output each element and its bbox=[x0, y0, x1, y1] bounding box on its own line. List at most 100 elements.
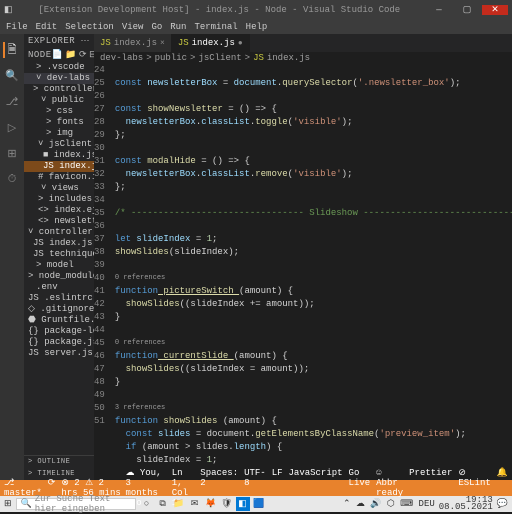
tree-item[interactable]: .env bbox=[24, 282, 94, 293]
tree-item[interactable]: JS .eslintrc.json bbox=[24, 293, 94, 304]
tree-item[interactable]: ˅ public bbox=[24, 95, 94, 106]
tree-item[interactable]: JS techniques.js bbox=[24, 249, 94, 260]
tree-item[interactable]: ˅ controller bbox=[24, 227, 94, 238]
menubar: File Edit Selection View Go Run Terminal… bbox=[0, 20, 512, 34]
debug-icon[interactable]: ▷ bbox=[4, 120, 20, 136]
line-number: 47 bbox=[94, 363, 105, 376]
tree-item[interactable]: > img bbox=[24, 128, 94, 139]
line-number: 33 bbox=[94, 181, 105, 194]
window-title: [Extension Development Host] - index.js … bbox=[13, 5, 426, 15]
line-number: 50 bbox=[94, 402, 105, 415]
tree-item[interactable]: ⬣ Gruntfile.js bbox=[24, 315, 94, 326]
start-icon[interactable]: ⊞ bbox=[4, 499, 12, 509]
taskview-icon[interactable]: ⧉ bbox=[156, 497, 170, 511]
tree-item[interactable]: > node_modules bbox=[24, 271, 94, 282]
line-number: 41 bbox=[94, 285, 105, 298]
line-number: 46 bbox=[94, 350, 105, 363]
line-number: 24 bbox=[94, 64, 105, 77]
search-placeholder: Zur Suche Text hier eingeben bbox=[35, 494, 131, 514]
explorer-icon[interactable]: 🗎 bbox=[3, 42, 19, 58]
timer-icon[interactable]: ⏱ bbox=[4, 172, 20, 188]
notif-icon[interactable]: 💬 bbox=[497, 499, 508, 509]
line-number: 28 bbox=[94, 116, 105, 129]
mail-icon[interactable]: ✉ bbox=[188, 497, 202, 511]
outline-section[interactable]: > OUTLINE bbox=[24, 456, 94, 468]
tree-item[interactable]: <> newsletterPopup.ejs bbox=[24, 216, 94, 227]
tree-item[interactable]: > includes bbox=[24, 194, 94, 205]
tree-item[interactable]: JS index.js8 bbox=[24, 161, 94, 172]
bc-seg[interactable]: dev-labs bbox=[100, 53, 143, 63]
line-number: 26 bbox=[94, 90, 105, 103]
browser-icon[interactable]: 🦊 bbox=[204, 497, 218, 511]
tree-item[interactable]: <> index.ejs bbox=[24, 205, 94, 216]
line-number: 39 bbox=[94, 259, 105, 272]
scm-icon[interactable]: ⎇ bbox=[4, 94, 20, 110]
tree-item[interactable]: ◇ .gitignore bbox=[24, 304, 94, 315]
tree-item[interactable]: > controller bbox=[24, 84, 94, 95]
tree-item[interactable]: > model bbox=[24, 260, 94, 271]
line-number: 34 bbox=[94, 194, 105, 207]
tree-item[interactable]: ˅ dev-labs bbox=[24, 73, 94, 84]
tree-item[interactable]: ˅ views bbox=[24, 183, 94, 194]
line-number: 25 bbox=[94, 77, 105, 90]
extensions-icon[interactable]: ⊞ bbox=[4, 146, 20, 162]
line-number: 51 bbox=[94, 415, 105, 428]
line-number: 38 bbox=[94, 246, 105, 259]
menu-go[interactable]: Go bbox=[151, 22, 162, 32]
menu-file[interactable]: File bbox=[6, 22, 28, 32]
close-button[interactable]: ✕ bbox=[482, 5, 508, 15]
tree-item[interactable]: # favicon.ico bbox=[24, 172, 94, 183]
bc-seg[interactable]: public bbox=[155, 53, 187, 63]
tree-item[interactable]: > fonts bbox=[24, 117, 94, 128]
new-folder-icon[interactable]: 📁 bbox=[65, 50, 77, 60]
tree-item[interactable]: ˅ jsClient bbox=[24, 139, 94, 150]
close-icon[interactable]: ● bbox=[238, 39, 243, 48]
vscode-task-icon[interactable]: ◧ bbox=[236, 497, 250, 511]
tree-item[interactable]: > css bbox=[24, 106, 94, 117]
line-number: 27 bbox=[94, 103, 105, 116]
line-number: 32 bbox=[94, 168, 105, 181]
date[interactable]: 08.05.2021 bbox=[439, 504, 493, 511]
refresh-icon[interactable]: ⟳ bbox=[79, 50, 87, 60]
tree-item[interactable]: > .vscode bbox=[24, 62, 94, 73]
line-number: 31 bbox=[94, 155, 105, 168]
taskbar-search[interactable]: 🔍 Zur Suche Text hier eingeben bbox=[16, 498, 136, 510]
explorer-icon[interactable]: 📁 bbox=[172, 497, 186, 511]
lang[interactable]: JavaScript bbox=[289, 468, 343, 508]
vscode-icon: ◧ bbox=[4, 5, 13, 15]
more-icon[interactable]: ⋯ bbox=[81, 36, 91, 46]
other-icon[interactable]: 🟦 bbox=[252, 497, 266, 511]
search-icon[interactable]: 🔍 bbox=[4, 68, 20, 84]
minimize-button[interactable]: — bbox=[426, 5, 452, 15]
new-file-icon[interactable]: 📄 bbox=[52, 50, 64, 60]
editor-tab[interactable]: JSindex.js● bbox=[172, 34, 250, 52]
menu-help[interactable]: Help bbox=[246, 22, 268, 32]
project-name[interactable]: NODE bbox=[28, 50, 52, 60]
editor-tab[interactable]: JSindex.js× bbox=[94, 34, 172, 52]
bc-file-icon: JS bbox=[253, 53, 264, 63]
line-number: 29 bbox=[94, 129, 105, 142]
close-icon[interactable]: × bbox=[160, 39, 165, 48]
tray-icons[interactable]: ⌃ ☁ 🔊 ⬡ ⌨ DEU bbox=[343, 499, 435, 509]
bc-file[interactable]: index.js bbox=[267, 53, 310, 63]
line-number: 35 bbox=[94, 207, 105, 220]
bc-seg[interactable]: jsClient bbox=[198, 53, 241, 63]
code-editor[interactable]: const newsletterBox = document.querySele… bbox=[109, 64, 512, 480]
line-number: 44 bbox=[94, 324, 105, 337]
menu-run[interactable]: Run bbox=[170, 22, 186, 32]
cortana-icon[interactable]: ○ bbox=[140, 497, 154, 511]
menu-view[interactable]: View bbox=[122, 22, 144, 32]
badge-icon[interactable]: 🛡 bbox=[220, 497, 234, 511]
eol[interactable]: LF bbox=[272, 468, 283, 508]
tree-item[interactable]: {} package.json bbox=[24, 337, 94, 348]
tree-item[interactable]: JS server.js bbox=[24, 348, 94, 359]
tree-item[interactable]: {} package-lock.json bbox=[24, 326, 94, 337]
line-number: 48 bbox=[94, 376, 105, 389]
menu-selection[interactable]: Selection bbox=[65, 22, 114, 32]
maximize-button[interactable]: ▢ bbox=[454, 5, 480, 15]
menu-edit[interactable]: Edit bbox=[36, 22, 58, 32]
menu-terminal[interactable]: Terminal bbox=[194, 22, 237, 32]
line-number: 43 bbox=[94, 311, 105, 324]
tree-item[interactable]: JS index.js bbox=[24, 238, 94, 249]
tree-item[interactable]: ■ index.js bbox=[24, 150, 94, 161]
